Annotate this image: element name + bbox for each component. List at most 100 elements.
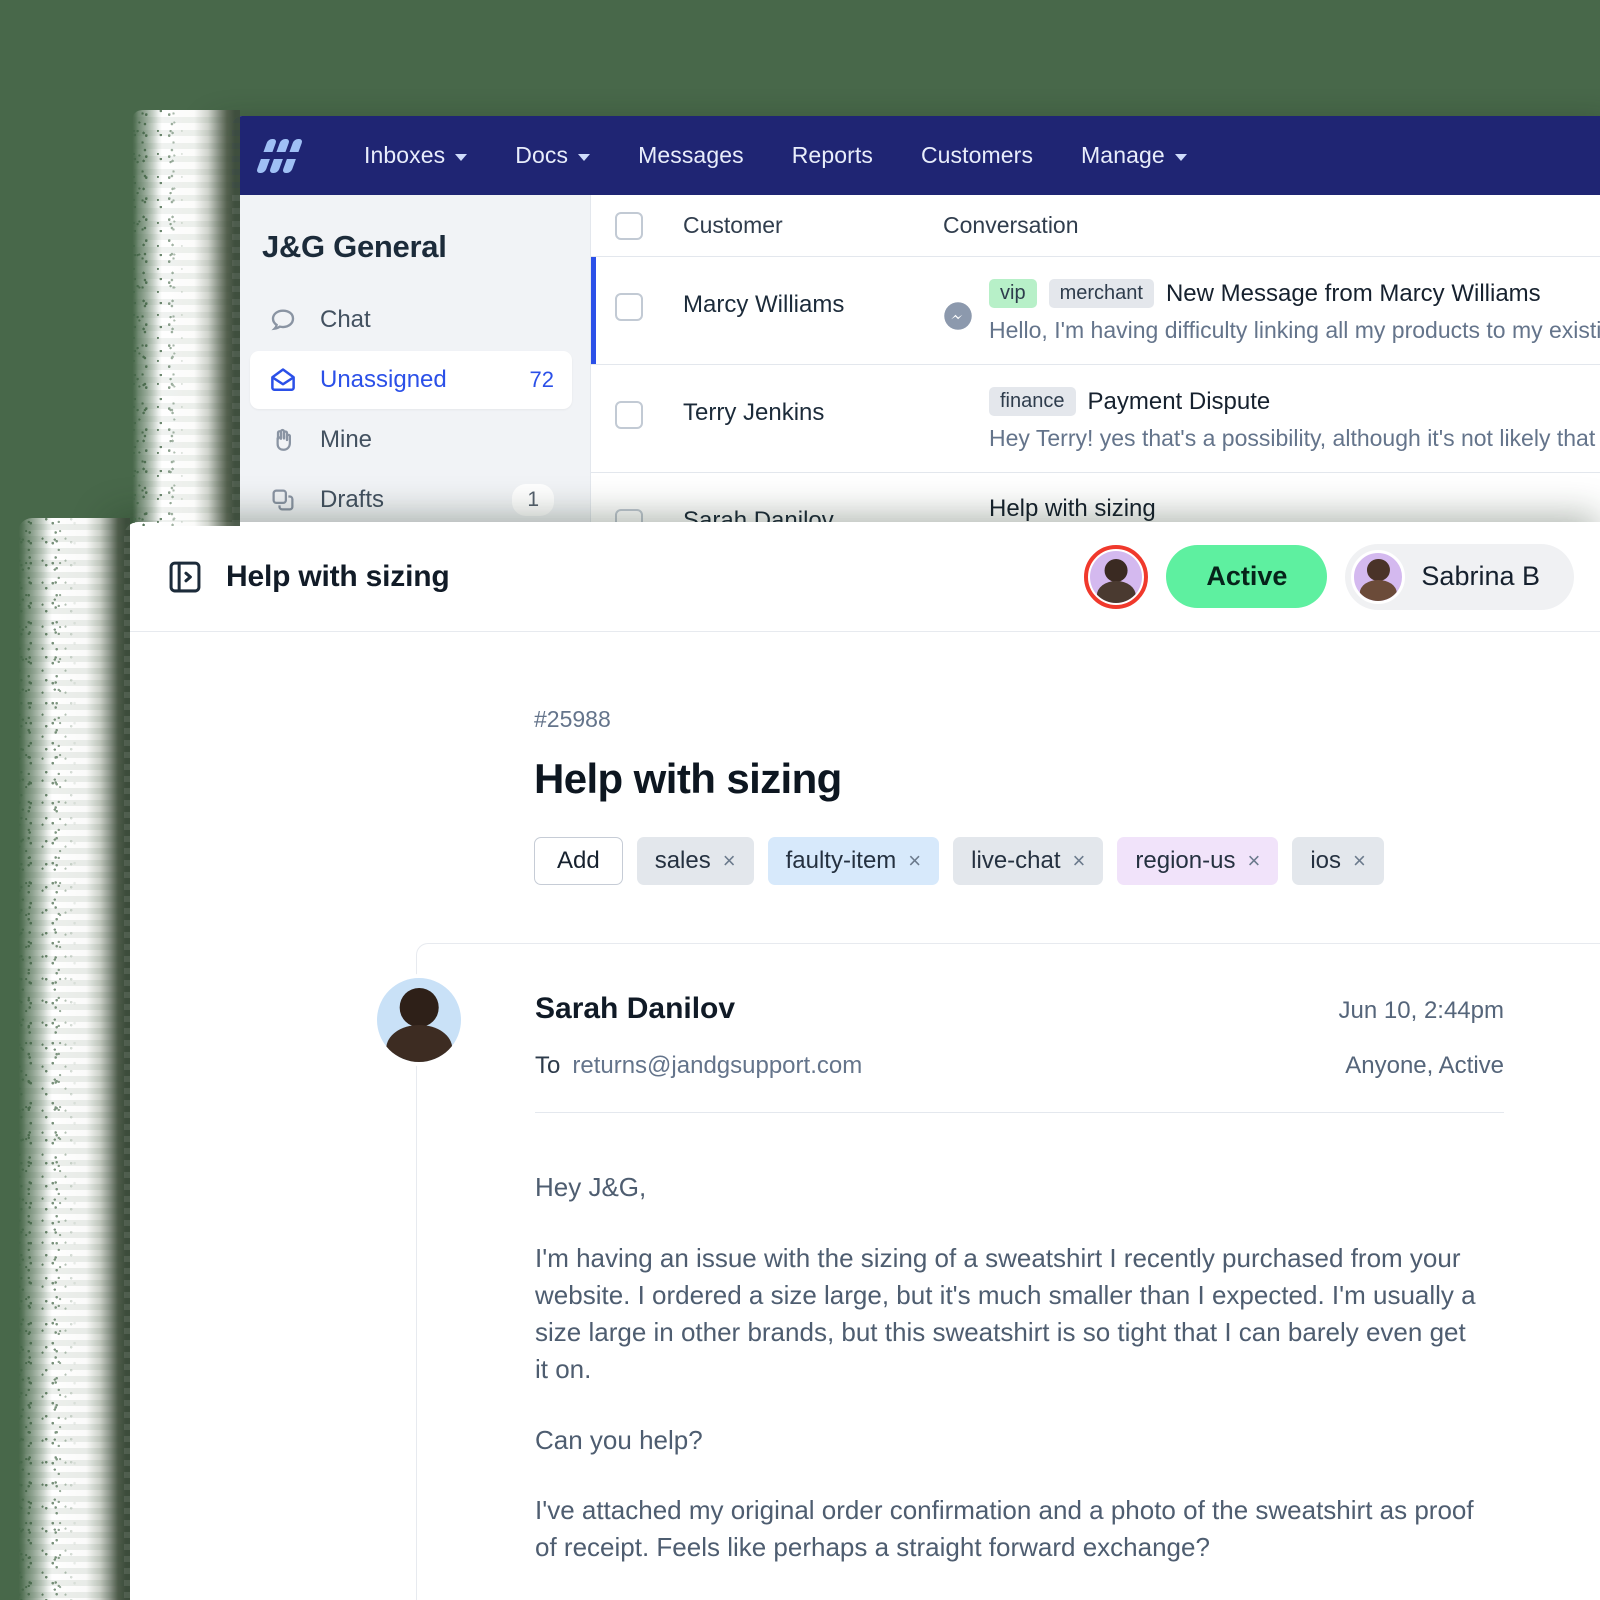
assignee-name: Sabrina B (1421, 561, 1540, 591)
open-envelope-icon (268, 365, 302, 395)
close-icon[interactable]: × (1353, 848, 1366, 874)
column-header-conversation: Conversation (943, 212, 1079, 238)
close-icon[interactable]: × (908, 848, 921, 874)
sidebar-item-label: Mine (320, 426, 373, 453)
tag-label: faulty-item (785, 847, 897, 874)
conversation-tag[interactable]: vip (989, 279, 1037, 308)
row-checkbox[interactable] (615, 401, 643, 429)
tag-list: Add sales × faulty-item × live-chat × re… (534, 837, 1600, 885)
inbox-title: J&G General (262, 229, 447, 264)
torn-paper-edge-front (18, 518, 130, 1600)
row-customer-name: Marcy Williams (683, 291, 845, 318)
torn-paper-speckle-back (132, 110, 192, 526)
top-navigation-bar: Inboxes Docs Messages Reports Customers … (232, 116, 1600, 195)
close-icon[interactable]: × (1073, 848, 1086, 874)
column-header-customer: Customer (683, 212, 783, 238)
torn-paper-speckle-front (18, 518, 84, 1600)
table-row[interactable]: Sarah Danilov Help with sizing Hey J&G, … (591, 473, 1600, 526)
sidebar-item-label: Unassigned (320, 366, 447, 393)
tag-faulty-item[interactable]: faulty-item × (767, 837, 940, 885)
message-to-label: To (535, 1052, 561, 1079)
nav-label: Manage (1081, 142, 1165, 168)
helpscout-logo-icon[interactable] (255, 138, 304, 173)
close-icon[interactable]: × (1247, 848, 1260, 874)
tag-live-chat[interactable]: live-chat × (953, 837, 1104, 885)
message-paragraph: I've attached my original order confirma… (535, 1495, 1474, 1563)
avatar (1351, 549, 1406, 604)
row-subject: New Message from Marcy Williams (1165, 279, 1541, 307)
nav-label: Docs (515, 142, 569, 168)
row-preview: Hello, I'm having difficulty linking all… (989, 317, 1600, 343)
row-customer-name: Terry Jenkins (683, 399, 825, 426)
sidebar-item-drafts[interactable]: Drafts 1 (250, 471, 572, 526)
nav-label: Customers (920, 142, 1034, 168)
ticket-number: #25988 (534, 706, 611, 732)
message-timestamp: Jun 10, 2:44pm (1338, 997, 1504, 1024)
ticket-title: Help with sizing (534, 755, 842, 802)
conversation-detail-header: Help with sizing Active Sabrina B (124, 522, 1600, 632)
sidebar-item-count: 72 (529, 367, 554, 392)
select-all-checkbox[interactable] (615, 211, 643, 240)
nav-label: Inboxes (364, 142, 446, 168)
drafts-icon (268, 485, 302, 515)
add-tag-button[interactable]: Add (534, 837, 623, 885)
sidebar-item-mine[interactable]: Mine (250, 411, 572, 469)
row-preview: Hey Terry! yes that's a possibility, alt… (989, 425, 1600, 451)
row-subject: Payment Dispute (1087, 387, 1271, 415)
sidebar-item-chat[interactable]: Chat (250, 291, 572, 349)
tag-ios[interactable]: ios × (1292, 837, 1384, 885)
chevron-down-icon (578, 153, 591, 161)
tag-label: ios (1310, 847, 1341, 874)
conversation-tag[interactable]: finance (989, 387, 1076, 416)
message-to-address: returns@jandgsupport.com (572, 1052, 863, 1079)
tag-sales[interactable]: sales × (636, 837, 754, 885)
page-title: Help with sizing (226, 559, 450, 593)
avatar (373, 974, 465, 1066)
avatar[interactable] (1084, 544, 1149, 609)
nav-item-customers[interactable]: Customers (897, 142, 1057, 169)
messenger-icon (943, 301, 973, 331)
message-paragraph: Can you help? (535, 1424, 703, 1455)
hand-icon (268, 425, 302, 455)
chevron-down-icon (455, 153, 468, 161)
assignee-selector[interactable]: Sabrina B (1345, 543, 1574, 610)
nav-label: Reports (791, 142, 873, 168)
message-sender: Sarah Danilov (535, 992, 736, 1025)
nav-label: Messages (638, 142, 744, 168)
inbox-sidebar: J&G General Chat Unassigned 72 Mine Draf… (232, 195, 590, 526)
message-paragraph: Hey J&G, (535, 1172, 647, 1202)
nav-item-manage[interactable]: Manage (1057, 142, 1211, 169)
sidebar-item-unassigned[interactable]: Unassigned 72 (250, 351, 572, 409)
close-icon[interactable]: × (723, 848, 736, 874)
tag-label: region-us (1135, 847, 1236, 874)
panel-expand-icon[interactable] (166, 558, 204, 596)
conversation-tag[interactable]: merchant (1048, 279, 1154, 308)
ticket-header: #25988 Help with sizing Add sales × faul… (124, 632, 1600, 885)
row-checkbox[interactable] (615, 293, 643, 321)
sidebar-item-label: Chat (320, 306, 371, 333)
status-badge[interactable]: Active (1166, 545, 1328, 608)
message-body: Hey J&G, I'm having an issue with the si… (535, 1113, 1600, 1600)
tag-label: sales (654, 847, 711, 874)
row-subject: Help with sizing (989, 495, 1156, 522)
table-row[interactable]: Terry Jenkins finance Payment Dispute He… (591, 365, 1600, 473)
nav-item-messages[interactable]: Messages (614, 142, 768, 169)
inbox-window: Inboxes Docs Messages Reports Customers … (232, 116, 1600, 526)
conversation-list: Customer Conversation Marcy Williams vip… (590, 195, 1600, 526)
torn-paper-edge-back (132, 110, 240, 526)
sidebar-item-badge: 1 (512, 484, 554, 516)
tag-label: live-chat (971, 847, 1061, 874)
table-row[interactable]: Marcy Williams vip merchant New Message … (591, 257, 1600, 365)
chat-bubble-icon (268, 305, 302, 335)
message-status: Anyone, Active (1345, 1052, 1504, 1079)
tag-region-us[interactable]: region-us × (1117, 837, 1279, 885)
message-paragraph: I'm having an issue with the sizing of a… (535, 1242, 1476, 1384)
nav-item-inboxes[interactable]: Inboxes (340, 142, 491, 169)
nav-item-docs[interactable]: Docs (491, 142, 614, 169)
nav-item-reports[interactable]: Reports (768, 142, 897, 169)
conversation-list-header: Customer Conversation (591, 195, 1600, 257)
chevron-down-icon (1174, 153, 1187, 161)
conversation-detail-window: Help with sizing Active Sabrina B #25988… (124, 522, 1600, 1600)
sidebar-item-label: Drafts (320, 486, 385, 513)
message-card: Sarah Danilov Jun 10, 2:44pm To returns@… (373, 943, 1600, 1600)
